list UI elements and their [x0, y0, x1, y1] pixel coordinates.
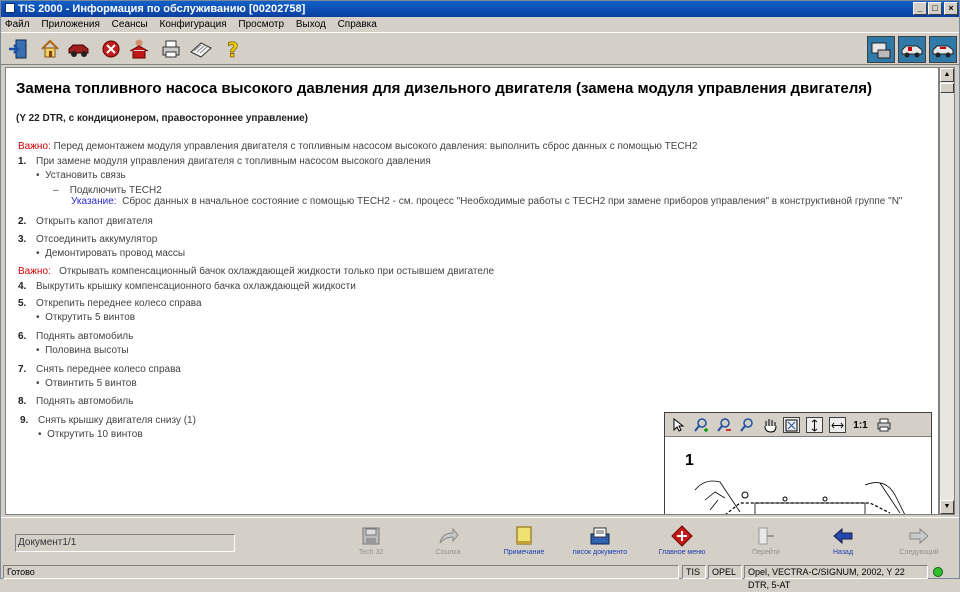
- step-7: 7. Снять переднее колесо справа: [18, 364, 181, 375]
- link-button[interactable]: Ссылка: [408, 524, 488, 564]
- step-1-bullet: • Установить связь: [36, 170, 126, 181]
- step-5: 5. Открепить переднее колесо справа: [18, 298, 202, 309]
- fit-width-icon[interactable]: [829, 417, 846, 433]
- exit-door-icon[interactable]: [6, 37, 30, 61]
- vertical-scrollbar[interactable]: ▲ ▼: [939, 67, 955, 515]
- menu-sessions[interactable]: Сеансы: [112, 19, 148, 30]
- next-button[interactable]: Следующий: [879, 524, 959, 564]
- main-menu-icon: [642, 524, 722, 548]
- status-tis: TIS: [682, 565, 706, 579]
- document-list-button[interactable]: писок документо: [560, 524, 640, 564]
- document-counter: Документ1/1: [15, 534, 235, 552]
- print-icon[interactable]: [159, 37, 183, 61]
- floppy-icon: [331, 524, 411, 548]
- step-9: 9. Снять крышку двигателя снизу (1): [20, 415, 196, 426]
- main-window: TIS 2000 - Информация по обслуживанию [0…: [0, 0, 960, 590]
- document-pane: Замена топливного насоса высокого давлен…: [5, 67, 939, 515]
- document-list-icon: [560, 524, 640, 548]
- scroll-thumb[interactable]: [940, 83, 954, 93]
- title-bar: TIS 2000 - Информация по обслуживанию [0…: [1, 1, 959, 17]
- status-ready: Готово: [3, 565, 679, 579]
- app-icon: [5, 3, 15, 13]
- close-button[interactable]: ×: [944, 2, 958, 15]
- step-9-bullet: • Открутить 10 винтов: [38, 429, 143, 440]
- note-icon: [484, 524, 564, 548]
- status-brand: OPEL: [708, 565, 742, 579]
- print-image-icon[interactable]: [875, 417, 892, 433]
- next-arrow-icon: [879, 524, 959, 548]
- menu-exit[interactable]: Выход: [296, 19, 326, 30]
- note-line: Указание: Сброс данных в начальное состо…: [71, 196, 903, 207]
- warning-2: Важно: Открывать компенсационный бачок о…: [18, 266, 495, 277]
- menu-help[interactable]: Справка: [338, 19, 377, 30]
- back-button[interactable]: Назад: [803, 524, 883, 564]
- scroll-down-arrow-icon[interactable]: ▼: [940, 500, 954, 514]
- step-8: 8. Поднять автомобиль: [18, 396, 134, 407]
- minimize-button[interactable]: _: [913, 2, 927, 15]
- menu-file[interactable]: Файл: [5, 19, 30, 30]
- zoom-icon[interactable]: [738, 417, 755, 433]
- fit-height-icon[interactable]: [806, 417, 823, 433]
- connection-status-icon: [933, 567, 943, 577]
- step-4: 4. Выкрутить крышку компенсационного бачк…: [18, 281, 356, 292]
- main-menu-button[interactable]: Главное меню: [642, 524, 722, 564]
- svg-text:?: ?: [227, 38, 239, 60]
- diagnostics-icon[interactable]: [867, 36, 895, 63]
- zoom-out-icon[interactable]: [715, 417, 732, 433]
- goto-button[interactable]: Перейти: [726, 524, 806, 564]
- goto-icon: [726, 524, 806, 548]
- cancel-icon[interactable]: [99, 37, 123, 61]
- back-arrow-icon: [803, 524, 883, 548]
- scroll-up-arrow-icon[interactable]: ▲: [940, 68, 954, 82]
- menu-applications[interactable]: Приложения: [41, 19, 100, 30]
- status-bar: Готово TIS OPEL Opel, VECTRA-C/SIGNUM, 2…: [1, 565, 959, 590]
- step-3-bullet: • Демонтировать провод массы: [36, 248, 186, 259]
- fit-page-icon[interactable]: [783, 417, 800, 433]
- step-2: 2. Открыть капот двигателя: [18, 216, 153, 227]
- image-viewer[interactable]: 1:1 1: [664, 412, 932, 514]
- actual-size-button[interactable]: 1:1: [852, 417, 869, 433]
- warning-1: Важно: Перед демонтажем модуля управлени…: [18, 141, 698, 152]
- pointer-icon[interactable]: [669, 417, 686, 433]
- link-arrow-icon: [408, 524, 488, 548]
- menu-view[interactable]: Просмотр: [238, 19, 284, 30]
- help-icon[interactable]: ?: [221, 37, 245, 61]
- image-toolbar: 1:1: [665, 413, 931, 437]
- note-label: Указание:: [71, 196, 117, 207]
- maximize-button[interactable]: □: [928, 2, 942, 15]
- window-title: TIS 2000 - Информация по обслуживанию [0…: [18, 3, 306, 15]
- menu-configuration[interactable]: Конфигурация: [160, 19, 227, 30]
- bottom-navigation: Документ1/1 Tech 32 Ссылка Примечание пи…: [1, 517, 959, 565]
- toolbar: ?: [1, 32, 959, 65]
- person-icon[interactable]: [127, 37, 151, 61]
- zoom-in-icon[interactable]: [692, 417, 709, 433]
- status-vehicle: Opel, VECTRA-C/SIGNUM, 2002, Y 22 DTR, 5…: [744, 565, 928, 590]
- service-car-icon[interactable]: [898, 36, 926, 63]
- engine-diagram: [694, 480, 905, 514]
- step-1: 1. При замене модуля управления двигателя…: [18, 156, 431, 167]
- note-button[interactable]: Примечание: [484, 524, 564, 564]
- document-title: Замена топливного насоса высокого давлен…: [16, 80, 873, 97]
- menu-bar: Файл Приложения Сеансы Конфигурация Прос…: [1, 17, 959, 32]
- step-7-bullet: • Отвинтить 5 винтов: [36, 378, 137, 389]
- step-5-bullet: • Открутить 5 винтов: [36, 312, 136, 323]
- book-icon[interactable]: [189, 37, 213, 61]
- warning-label: Важно:: [18, 141, 51, 152]
- document-body: Замена топливного насоса высокого давлен…: [16, 80, 916, 440]
- step-6: 6. Поднять автомобиль: [18, 331, 134, 342]
- step-3: 3. Отсоединить аккумулятор: [18, 234, 158, 245]
- document-subtitle: (Y 22 DTR, с кондиционером, правосторонн…: [16, 113, 308, 124]
- step-1-sub: – Подключить TECH2: [53, 185, 162, 196]
- tech32-button[interactable]: Tech 32: [331, 524, 411, 564]
- step-6-bullet: • Половина высоты: [36, 345, 129, 356]
- pan-hand-icon[interactable]: [761, 417, 778, 433]
- home-icon[interactable]: [38, 37, 62, 61]
- repair-car-icon[interactable]: [929, 36, 957, 63]
- vehicle-icon[interactable]: [67, 37, 91, 61]
